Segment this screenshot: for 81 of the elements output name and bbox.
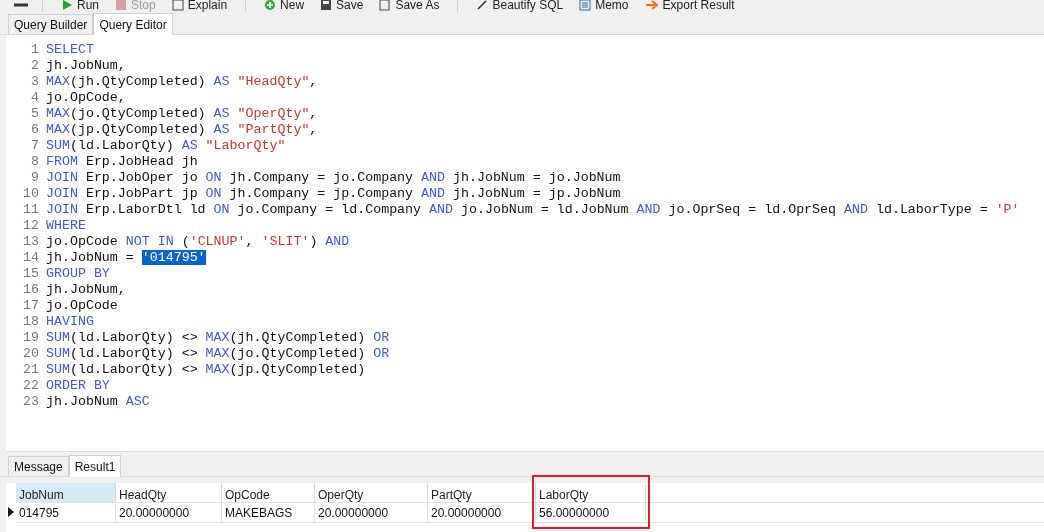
line-number: 23 bbox=[22, 393, 40, 409]
table-cell: 20.00000000 bbox=[315, 503, 428, 522]
arrow-icon bbox=[644, 0, 659, 11]
line-number: 18 bbox=[22, 313, 40, 329]
line-number: 20 bbox=[22, 345, 40, 361]
toolbar-button[interactable]: Beautify SQL bbox=[472, 0, 568, 11]
line-number: 13 bbox=[22, 233, 40, 249]
line-number: 11 bbox=[22, 201, 40, 217]
code-line: MAX(jp.QtyCompleted) AS "PartQty", bbox=[46, 121, 318, 137]
column-header[interactable]: OpCode bbox=[222, 483, 315, 502]
plus-icon bbox=[264, 0, 277, 11]
menu-icon[interactable] bbox=[14, 1, 28, 9]
table-cell: 014795 bbox=[16, 503, 116, 522]
line-number: 2 bbox=[30, 57, 40, 73]
line-number: 14 bbox=[22, 249, 40, 265]
code-line: JOIN Erp.JobOper jo ON jh.Company = jo.Company AND jh.JobNum = jo.JobNum bbox=[46, 169, 621, 185]
code-line: jh.JobNum, bbox=[46, 57, 126, 73]
code-line: jo.OpCode bbox=[46, 297, 118, 313]
line-number: 12 bbox=[22, 217, 40, 233]
line-number: 8 bbox=[30, 153, 40, 169]
code-line: SUM(ld.LaborQty) AS "LaborQty" bbox=[46, 137, 286, 153]
code-line: FROM Erp.JobHead jh bbox=[46, 153, 198, 169]
stop-icon bbox=[115, 0, 127, 11]
code-line: GROUP BY bbox=[46, 265, 110, 281]
code-line: jo.OpCode NOT IN ('CLNUP', 'SLIT') AND bbox=[46, 233, 350, 249]
table-cell: 56.00000000 bbox=[536, 503, 646, 522]
line-number: 6 bbox=[30, 121, 40, 137]
code-line: MAX(jh.QtyCompleted) AS "HeadQty", bbox=[46, 73, 318, 89]
tab[interactable]: Query Editor bbox=[93, 13, 173, 35]
column-header[interactable]: JobNum bbox=[16, 483, 116, 502]
line-number: 3 bbox=[30, 73, 40, 89]
wand-icon bbox=[476, 0, 489, 11]
line-number: 7 bbox=[30, 137, 40, 153]
code-line: jh.JobNum, bbox=[46, 281, 126, 297]
code-line: JOIN Erp.LaborDtl ld ON jo.Company = ld.Company AND jo.JobNum = ld.JobNum AND jo.OprSeq = ld.OprSeq AND ld.LaborType = 'P' bbox=[46, 201, 1020, 217]
toolbar-button[interactable]: Memo bbox=[575, 0, 633, 11]
tab[interactable]: Query Builder bbox=[8, 14, 94, 34]
code-line: HAVING bbox=[46, 313, 94, 329]
toolbar-button[interactable]: Export Result bbox=[640, 0, 739, 11]
line-number: 5 bbox=[30, 105, 40, 121]
code-line: jh.JobNum = '014795' bbox=[46, 249, 206, 265]
line-number: 9 bbox=[30, 169, 40, 185]
toolbar-button[interactable]: New bbox=[260, 0, 309, 11]
code-line: SUM(ld.LaborQty) <> MAX(jh.QtyCompleted) OR bbox=[46, 329, 390, 345]
toolbar-button[interactable]: Save bbox=[316, 0, 368, 11]
line-number: 21 bbox=[22, 361, 40, 377]
code-line: SUM(ld.LaborQty) <> MAX(jp.QtyCompleted) bbox=[46, 361, 366, 377]
column-header[interactable]: PartQty bbox=[428, 483, 536, 502]
code-line: jh.JobNum ASC bbox=[46, 393, 150, 409]
code-line: jo.OpCode, bbox=[46, 89, 126, 105]
code-editor[interactable] bbox=[6, 35, 1044, 452]
tab[interactable]: Result1 bbox=[68, 455, 122, 477]
column-header[interactable]: HeadQty bbox=[116, 483, 222, 502]
toolbar-button[interactable]: Save As bbox=[375, 0, 444, 11]
line-number: 15 bbox=[22, 265, 40, 281]
line-number: 16 bbox=[22, 281, 40, 297]
code-line: JOIN Erp.JobPart jp ON jh.Company = jp.Company AND jh.JobNum = jp.JobNum bbox=[46, 185, 621, 201]
toolbar-button[interactable]: Explain bbox=[167, 0, 232, 11]
code-line: ORDER BY bbox=[46, 377, 110, 393]
code-line: WHERE bbox=[46, 217, 86, 233]
save-icon bbox=[379, 0, 392, 11]
tab[interactable]: Message bbox=[8, 456, 69, 476]
line-number: 1 bbox=[30, 41, 40, 57]
column-header[interactable]: OperQty bbox=[315, 483, 428, 502]
code-line: SUM(ld.LaborQty) <> MAX(jo.QtyCompleted) OR bbox=[46, 345, 390, 361]
code-line: MAX(jo.QtyCompleted) AS "OperQty", bbox=[46, 105, 318, 121]
column-header[interactable]: LaborQty bbox=[536, 483, 646, 502]
note-icon bbox=[579, 0, 592, 11]
line-number: 4 bbox=[30, 89, 40, 105]
line-number: 22 bbox=[22, 377, 40, 393]
line-number: 10 bbox=[22, 185, 40, 201]
line-number: 19 bbox=[22, 329, 40, 345]
line-number: 17 bbox=[22, 297, 40, 313]
document-icon bbox=[171, 0, 184, 11]
table-cell: MAKEBAGS bbox=[222, 503, 315, 522]
code-line: SELECT bbox=[46, 41, 94, 57]
table-cell: 20.00000000 bbox=[116, 503, 222, 522]
save-icon bbox=[320, 0, 333, 11]
play-icon bbox=[61, 0, 73, 11]
toolbar-button[interactable]: Run bbox=[57, 0, 103, 11]
table-cell: 20.00000000 bbox=[428, 503, 536, 522]
